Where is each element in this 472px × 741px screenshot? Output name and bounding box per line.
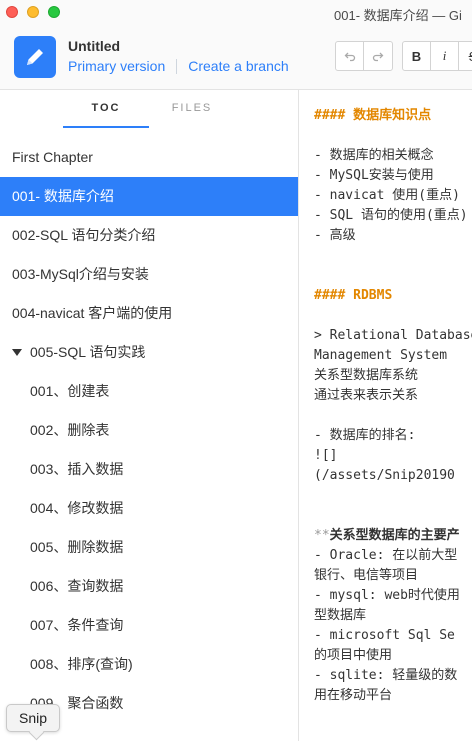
tab-files[interactable]: FILES xyxy=(149,90,235,130)
editor-toolbar: B i S xyxy=(335,41,472,71)
editor-line: - microsoft Sql Se xyxy=(314,628,455,643)
create-branch-link[interactable]: Create a branch xyxy=(188,58,288,74)
editor-line: - sqlite: 轻量级的数 xyxy=(314,668,458,683)
toc-subitem[interactable]: 003、插入数据 xyxy=(0,450,298,489)
editor-line: - mysql: web时代使用 xyxy=(314,588,460,603)
toc-item-selected[interactable]: 001- 数据库介绍 xyxy=(0,177,298,216)
editor-line: 用在移动平台 xyxy=(314,688,393,703)
toc-subitem[interactable]: 008、排序(查询) xyxy=(0,645,298,684)
toc-subitem[interactable]: 004、修改数据 xyxy=(0,489,298,528)
editor-line: #### RDBMS xyxy=(314,288,393,303)
toc-subitem[interactable]: 006、查询数据 xyxy=(0,567,298,606)
version-row: Primary version Create a branch xyxy=(68,58,289,74)
editor-line: ![] xyxy=(314,448,338,463)
strikethrough-button[interactable]: S xyxy=(459,42,472,70)
toc-item[interactable]: First Chapter xyxy=(0,138,298,177)
italic-button[interactable]: i xyxy=(431,42,459,70)
editor-line: - Oracle: 在以前大型 xyxy=(314,548,458,563)
editor-line: 型数据库 xyxy=(314,608,367,623)
divider xyxy=(176,58,178,74)
zoom-window-button[interactable] xyxy=(48,6,60,18)
bold-text: 关系型数据库的主要产 xyxy=(329,528,460,543)
bold-marker: ** xyxy=(314,528,330,543)
editor-line: 关系型数据库系统 xyxy=(314,368,419,383)
toc-item-expanded[interactable]: 005-SQL 语句实践 xyxy=(0,333,298,372)
editor-line: (/assets/Snip20190 xyxy=(314,468,455,483)
editor-line: - 数据库的相关概念 xyxy=(314,148,434,163)
window-controls xyxy=(6,6,60,18)
undo-icon[interactable] xyxy=(336,42,364,70)
window-title: 001- 数据库介绍 — Gi xyxy=(334,8,462,23)
window-titlebar: 001- 数据库介绍 — Gi Untitled Primary version… xyxy=(0,0,472,90)
sidebar-tabs: TOC FILES xyxy=(0,90,298,130)
toc-item-label: 005-SQL 语句实践 xyxy=(30,344,146,360)
bold-button[interactable]: B xyxy=(403,42,431,70)
editor-line: - SQL 语句的使用(重点) xyxy=(314,208,468,223)
toc-subitem[interactable]: 001、创建表 xyxy=(0,372,298,411)
close-window-button[interactable] xyxy=(6,6,18,18)
toc-item[interactable]: 003-MySql介绍与安装 xyxy=(0,255,298,294)
editor-line: > Relational Database xyxy=(314,328,472,343)
toc-subitem[interactable]: 002、删除表 xyxy=(0,411,298,450)
caret-down-icon[interactable] xyxy=(12,349,22,356)
editor-line: - 数据库的排名: xyxy=(314,428,416,443)
format-group: B i S xyxy=(402,41,472,71)
editor-line: Management System xyxy=(314,348,448,363)
toc-item[interactable]: 004-navicat 客户端的使用 xyxy=(0,294,298,333)
history-group xyxy=(335,41,393,71)
editor-line: #### 数据库知识点 xyxy=(314,108,432,123)
editor-line: - MySQL安装与使用 xyxy=(314,168,434,183)
toc-subitem[interactable]: 007、条件查询 xyxy=(0,606,298,645)
editor-line: - 高级 xyxy=(314,228,356,243)
editor-line: **关系型数据库的主要产 xyxy=(314,526,460,546)
editor-line: 的项目中使用 xyxy=(314,648,393,663)
pencil-icon xyxy=(14,36,56,78)
toc-item[interactable]: 002-SQL 语句分类介绍 xyxy=(0,216,298,255)
editor-line: 银行、电信等项目 xyxy=(314,568,419,583)
primary-version-link[interactable]: Primary version xyxy=(68,58,165,74)
tab-toc[interactable]: TOC xyxy=(63,90,149,128)
snip-tooltip: Snip xyxy=(6,704,61,732)
toc-list: First Chapter 001- 数据库介绍 002-SQL 语句分类介绍 … xyxy=(0,138,298,723)
toc-subitem[interactable]: 005、删除数据 xyxy=(0,528,298,567)
sidebar: TOC FILES First Chapter 001- 数据库介绍 002-S… xyxy=(0,90,299,741)
minimize-window-button[interactable] xyxy=(27,6,39,18)
editor-line: - navicat 使用(重点) xyxy=(314,188,460,203)
editor-line: 通过表来表示关系 xyxy=(314,388,419,403)
redo-icon[interactable] xyxy=(364,42,392,70)
book-title[interactable]: Untitled xyxy=(68,38,120,54)
markdown-editor[interactable]: #### 数据库知识点 - 数据库的相关概念 - MySQL安装与使用 - na… xyxy=(300,90,472,741)
